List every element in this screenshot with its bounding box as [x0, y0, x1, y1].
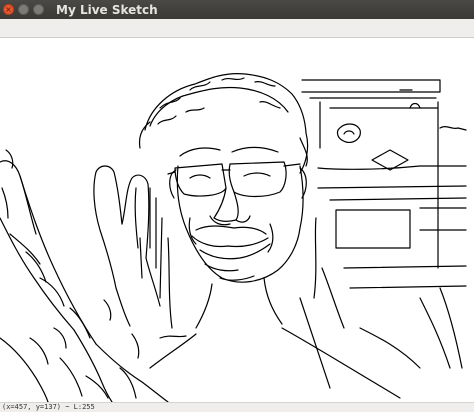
toolbar-strip — [0, 19, 474, 38]
cursor-pixel-readout: (x=457, y=137) ~ L:255 — [2, 403, 95, 411]
close-icon: × — [5, 4, 12, 14]
status-bar: (x=457, y=137) ~ L:255 — [0, 402, 474, 412]
close-window-button[interactable]: × — [3, 4, 14, 15]
minimize-window-button[interactable] — [18, 4, 29, 15]
maximize-window-button[interactable] — [33, 4, 44, 15]
window-title: My Live Sketch — [56, 2, 158, 17]
edge-sketch-image — [0, 73, 467, 402]
title-bar: × My Live Sketch — [0, 0, 474, 19]
sketch-canvas[interactable] — [0, 38, 474, 402]
